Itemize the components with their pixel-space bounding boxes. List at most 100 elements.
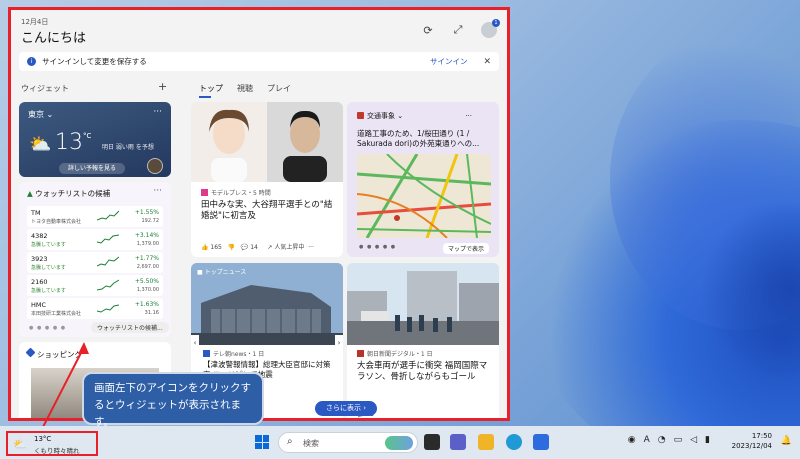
panel-date: 12月4日 [21, 18, 49, 26]
clock-icon[interactable]: ◔ [658, 435, 666, 445]
notification-dot: 1 [492, 19, 500, 27]
signin-bar-text: サインインして変更を保存する [42, 57, 147, 66]
show-more-button[interactable]: さらに表示 › [315, 401, 377, 416]
edge-icon[interactable] [506, 434, 522, 450]
taskbar-weather-desc: くもり時々晴れ [34, 447, 80, 455]
cloudy-sun-icon: ⛅ [29, 134, 52, 155]
previous-arrow-icon[interactable]: ‹ [191, 335, 199, 351]
news-photo [347, 263, 499, 345]
news-title[interactable]: 田中みな実、大谷翔平選手との"結婚説"に初言及 [201, 200, 335, 222]
task-view-icon[interactable] [424, 434, 440, 450]
stock-row[interactable]: HMC 本田技研工業株式会社 +1.63% 31.16 [27, 298, 163, 319]
tag-icon [25, 347, 36, 358]
system-tray: ◉ A ◔ ▭ ◁ ▮ [628, 435, 710, 445]
callout-annotation: 画面左下のアイコンをクリックするとウィジェットが表示されます。 [82, 372, 264, 428]
tab-watch[interactable]: 視聴 [237, 83, 253, 94]
clock-time: 17:50 [751, 432, 772, 440]
news-source: 朝日新聞デジタル・1 日 [357, 349, 433, 358]
store-icon[interactable] [533, 434, 549, 450]
stock-row[interactable]: 3923 急騰しています +1.77% 2,697.00 [27, 252, 163, 273]
sparkline [97, 279, 119, 291]
tab-play[interactable]: プレイ [267, 83, 291, 94]
more-options-icon[interactable]: ··· [308, 244, 314, 251]
expand-icon[interactable]: ⤢ [451, 23, 465, 37]
sparkline [97, 256, 119, 267]
info-icon: i [27, 57, 36, 66]
sparkline [97, 234, 119, 244]
next-arrow-icon[interactable]: › [335, 335, 343, 351]
weather-forecast: 明日 弱い雨 を予想 [102, 144, 154, 151]
signin-bar: i サインインして変更を保存する サインイン ✕ [19, 52, 499, 71]
start-button[interactable] [255, 435, 269, 449]
more-options-icon[interactable]: ··· [153, 107, 162, 117]
clock-date: 2023/12/04 [731, 442, 772, 450]
sparkline [97, 210, 119, 221]
traffic-icon [357, 112, 364, 119]
show-map-button[interactable]: マップで表示 [442, 243, 489, 254]
watchlist-widget: ▲ ウォッチリストの候補 ··· TM トヨタ自動車株式会社 +1.55% 19… [19, 182, 171, 337]
search-placeholder: 検索 [303, 439, 319, 448]
like-icon[interactable]: 👍 [201, 244, 208, 251]
taskbar: ⛅ 13°C くもり時々晴れ ⌕ 検索 ◉ A ◔ ▭ ◁ ▮ 17:50 20… [0, 426, 800, 459]
eye-icon[interactable]: ◉ [628, 435, 636, 445]
cloudy-icon: ⛅ [13, 438, 27, 451]
weather-unit: °C [83, 132, 92, 140]
source-logo-icon [201, 189, 208, 196]
stock-row[interactable]: TM トヨタ自動車株式会社 +1.55% 192.72 [27, 206, 163, 227]
sparkline [97, 304, 119, 313]
ime-icon[interactable]: A [644, 435, 650, 445]
network-icon[interactable]: ▭ [674, 435, 683, 445]
news-footer: 👍 165 👎 💬 14 ↗ 人気上昇中 ··· [201, 244, 314, 251]
watchlist-button[interactable]: ウォッチリストの候補... [91, 322, 169, 333]
watchlist-title: ▲ ウォッチリストの候補 [27, 189, 111, 198]
widgets-panel: 12月4日 こんにちは ⟳ ⤢ 1 i サインインして変更を保存する サインイン… [8, 7, 510, 421]
avatar[interactable]: 1 [481, 19, 500, 38]
widgets-label: ウィジェット [21, 84, 69, 93]
detail-forecast-button[interactable]: 詳しい予報を見る [59, 163, 125, 174]
source-logo-icon [203, 350, 210, 357]
scrollbar[interactable] [508, 40, 510, 106]
traffic-card[interactable]: 交通事象 ⌄ ··· 道路工事のため、1/桜田通り (1 / Sakurada … [347, 102, 499, 257]
volume-icon[interactable]: ◁ [690, 435, 697, 445]
news-source: テレ朝news・1 日 [203, 349, 264, 358]
weather-widget[interactable]: 東京 ⌄ ··· ⛅ 13 °C 明日 弱い雨 を予想 詳しい予報を見る [19, 102, 171, 177]
pagination-dots: ● ● ● ● ● [29, 325, 67, 331]
pagination-dots: ● ● ● ● ● [359, 244, 397, 250]
active-tab-indicator [199, 96, 211, 98]
source-logo-icon [357, 350, 364, 357]
tab-top[interactable]: トップ [199, 83, 223, 94]
chat-icon[interactable] [450, 434, 466, 450]
close-icon[interactable]: ✕ [483, 57, 491, 67]
battery-icon[interactable]: ▮ [705, 435, 710, 445]
weather-thumbnail [147, 158, 163, 174]
trending-badge: 人気上昇中 [274, 244, 305, 251]
weather-city: 東京 ⌄ [28, 110, 54, 119]
more-options-icon[interactable]: ··· [153, 186, 162, 196]
news-card[interactable]: 朝日新聞デジタル・1 日 大会車両が選手に衝突 福岡国際マラソン、骨折しながらも… [347, 263, 499, 418]
traffic-title[interactable]: 道路工事のため、1/桜田通り (1 / Sakurada dori)の外苑東通り… [357, 129, 493, 149]
more-options-icon[interactable]: ··· [465, 112, 472, 120]
news-card[interactable]: モデルプレス・5 時間 田中みな実、大谷翔平選手との"結婚説"に初言及 👍 16… [191, 102, 343, 257]
add-widget-icon[interactable]: + [158, 80, 167, 93]
taskbar-temp: 13°C [34, 435, 52, 443]
comment-icon[interactable]: 💬 [241, 244, 248, 251]
notification-bell-icon[interactable]: 🔔 [781, 436, 792, 446]
traffic-map[interactable] [357, 154, 491, 238]
signin-link[interactable]: サインイン [430, 56, 468, 67]
trending-icon: ↗ [267, 244, 273, 251]
refresh-icon[interactable]: ⟳ [421, 23, 435, 37]
greeting: こんにちは [21, 31, 87, 46]
news-source: モデルプレス・5 時間 [201, 188, 271, 197]
news-photo: ■ トップニュース [191, 263, 343, 345]
news-label: ■ トップニュース [197, 269, 247, 276]
taskbar-search[interactable]: ⌕ 検索 [278, 432, 418, 453]
taskbar-clock[interactable]: 17:50 2023/12/04 [732, 431, 772, 451]
stock-row[interactable]: 2160 急騰しています +5.50% 1,370.00 [27, 275, 163, 296]
search-icon: ⌕ [287, 436, 293, 447]
file-explorer-icon[interactable] [478, 434, 494, 450]
news-photo [191, 102, 343, 182]
taskbar-weather-button[interactable]: ⛅ 13°C くもり時々晴れ [6, 431, 98, 456]
dislike-icon[interactable]: 👎 [228, 244, 235, 251]
news-title[interactable]: 大会車両が選手に衝突 福岡国際マラソン、骨折しながらもゴール [357, 361, 495, 383]
stock-row[interactable]: 4382 急騰しています +3.14% 1,379.00 [27, 229, 163, 250]
